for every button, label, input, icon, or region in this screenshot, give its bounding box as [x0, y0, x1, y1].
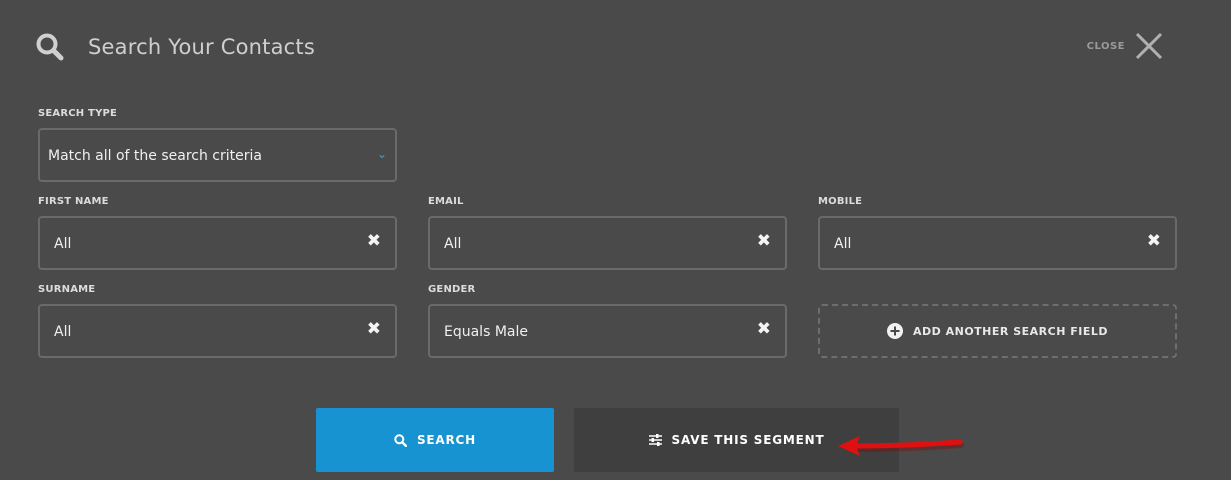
clear-icon[interactable]: ✖	[1147, 232, 1161, 250]
chevron-down-icon: ⌄	[376, 147, 387, 161]
email-value: All	[444, 236, 462, 252]
mobile-value: All	[834, 236, 852, 252]
first-name-field[interactable]: All ✖	[38, 216, 397, 270]
gender-value: Equals Male	[444, 324, 528, 340]
search-type-label: SEARCH TYPE	[38, 108, 118, 119]
close-icon	[1135, 32, 1163, 60]
first-name-value: All	[54, 236, 72, 252]
add-search-field-label: ADD ANOTHER SEARCH FIELD	[913, 324, 1108, 338]
mobile-field[interactable]: All ✖	[818, 216, 1177, 270]
surname-field[interactable]: All ✖	[38, 304, 397, 358]
email-field[interactable]: All ✖	[428, 216, 787, 270]
modal-header: Search Your Contacts	[36, 30, 315, 64]
search-button[interactable]: SEARCH	[316, 408, 554, 472]
clear-icon[interactable]: ✖	[367, 320, 381, 338]
clear-icon[interactable]: ✖	[757, 232, 771, 250]
search-icon	[36, 33, 64, 61]
page-title: Search Your Contacts	[88, 35, 315, 59]
gender-label: GENDER	[428, 284, 476, 295]
clear-icon[interactable]: ✖	[757, 320, 771, 338]
surname-value: All	[54, 324, 72, 340]
gender-field[interactable]: Equals Male ✖	[428, 304, 787, 358]
search-type-select[interactable]: Match all of the search criteria ⌄	[38, 128, 397, 182]
close-label: CLOSE	[1086, 40, 1125, 52]
surname-label: SURNAME	[38, 284, 96, 295]
first-name-label: FIRST NAME	[38, 196, 109, 207]
search-button-label: SEARCH	[416, 433, 477, 447]
mobile-label: MOBILE	[818, 196, 863, 207]
clear-icon[interactable]: ✖	[367, 232, 381, 250]
sliders-icon	[648, 434, 662, 446]
add-search-field-button[interactable]: ADD ANOTHER SEARCH FIELD	[818, 304, 1177, 358]
search-icon	[394, 433, 407, 447]
email-label: EMAIL	[428, 196, 464, 207]
search-type-value: Match all of the search criteria	[48, 148, 262, 164]
save-segment-label: SAVE THIS SEGMENT	[671, 433, 825, 447]
plus-circle-icon	[887, 323, 903, 339]
close-button[interactable]: CLOSE	[1087, 32, 1163, 60]
red-arrow-annotation	[838, 436, 964, 456]
